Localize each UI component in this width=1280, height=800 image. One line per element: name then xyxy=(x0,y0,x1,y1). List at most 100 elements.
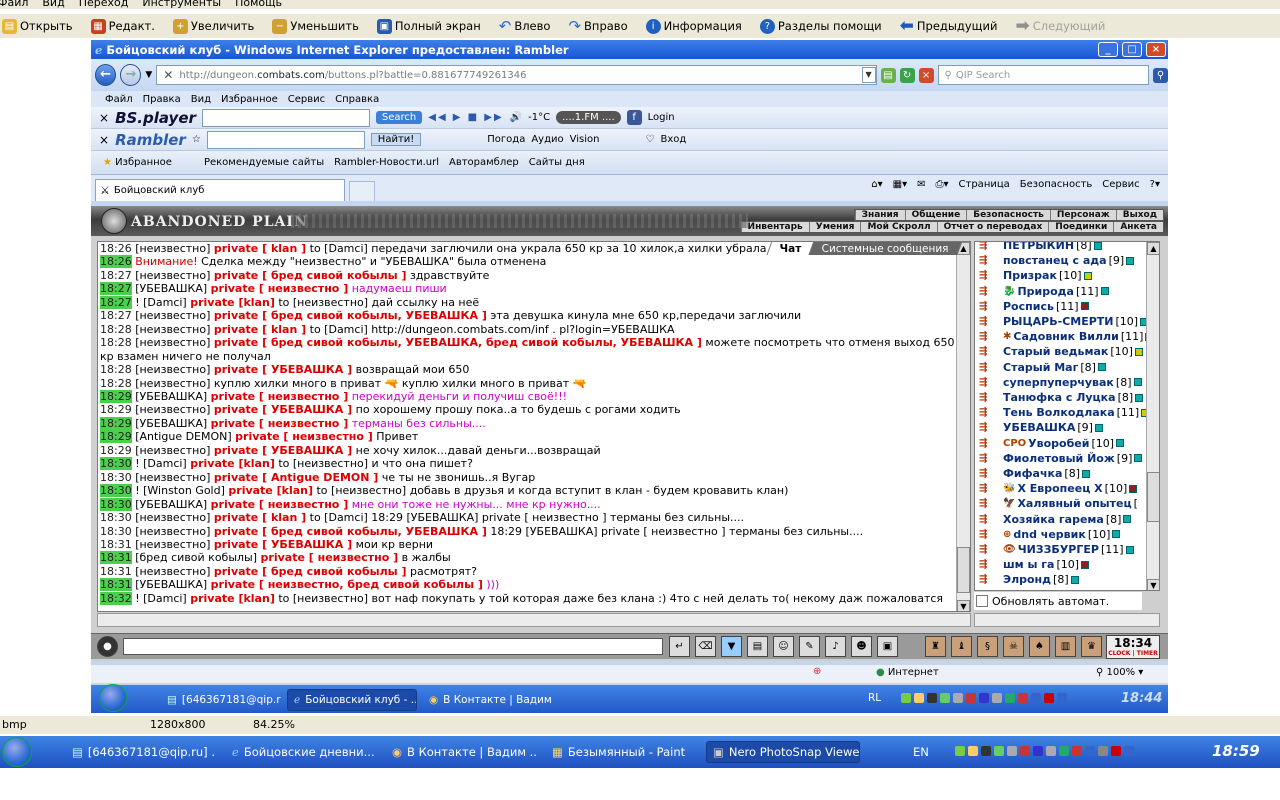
chat-scrollbar[interactable]: ▲ ▼ xyxy=(956,242,970,611)
chat-time[interactable]: 18:31 xyxy=(100,565,132,578)
user-info-icon[interactable] xyxy=(1070,576,1079,585)
viewer-menu-help[interactable]: Помощь xyxy=(235,0,282,9)
online-user[interactable]: ⇶ ✱ Садовник Вилли [11] xyxy=(979,329,1147,344)
fav-sites-of-day[interactable]: Сайты дня xyxy=(529,157,585,168)
user-name[interactable]: Уворобей xyxy=(1028,436,1089,451)
chat-time[interactable]: 18:29 xyxy=(100,416,132,430)
inner-lang[interactable]: RL xyxy=(868,692,881,704)
edit-button[interactable]: ▦ Редакт. xyxy=(83,15,163,37)
user-name[interactable]: УБЕВАШКА xyxy=(1003,420,1075,435)
chat-sender[interactable]: [неизвестно] xyxy=(135,309,214,322)
fav-rambler-news[interactable]: Rambler-Новости.url xyxy=(334,157,439,168)
chat-sender[interactable]: ! [Damci] xyxy=(135,296,190,309)
private-message-arrow-icon[interactable]: ⇶ xyxy=(979,375,1001,390)
chat-time[interactable]: 18:26 xyxy=(100,242,132,255)
users-scroll-thumb[interactable] xyxy=(1147,472,1159,522)
chat-time[interactable]: 18:29 xyxy=(100,403,132,416)
qip-search-input[interactable]: ⚲ QIP Search xyxy=(937,65,1150,85)
chat-time[interactable]: 18:31 xyxy=(100,551,132,565)
private-message-arrow-icon[interactable]: ⇶ xyxy=(979,405,1001,420)
online-user[interactable]: ⇶ Старый ведьмак [10] xyxy=(979,344,1147,359)
user-info-icon[interactable] xyxy=(1129,484,1138,493)
mail-icon[interactable]: ✉ xyxy=(917,179,925,190)
private-message-arrow-icon[interactable]: ⇶ xyxy=(979,420,1001,435)
chat-private-tag[interactable]: private [ неизвестно, бред сивой кобылы … xyxy=(211,578,483,591)
chat-private-tag[interactable]: private [ УБЕВАШКА ] xyxy=(214,363,352,376)
viewer-menu-go[interactable]: Переход xyxy=(79,0,129,9)
card-icon[interactable]: ▣ xyxy=(877,636,898,657)
online-user[interactable]: ⇶ Призрак [10] xyxy=(979,268,1147,283)
user-name[interactable]: dnd червик xyxy=(1013,527,1085,542)
chat-time[interactable]: 18:30 xyxy=(100,497,132,511)
chat-time[interactable]: 18:26 xyxy=(100,255,132,269)
fullscreen-button[interactable]: ▣ Полный экран xyxy=(369,15,489,37)
new-tab-button[interactable] xyxy=(349,181,375,201)
rambler-find-button[interactable]: Найти! xyxy=(370,133,422,146)
info-button[interactable]: i Информация xyxy=(638,15,750,37)
chat-time[interactable]: 18:30 xyxy=(100,484,132,498)
private-message-arrow-icon[interactable]: ⇶ xyxy=(979,344,1001,359)
chat-sender[interactable]: [неизвестно] xyxy=(135,269,214,282)
private-message-arrow-icon[interactable]: ⇶ xyxy=(979,466,1001,481)
media-controls[interactable]: ◀◀ ▶ ■ ▶▶ xyxy=(428,112,503,123)
online-user[interactable]: ⇶ Танюфка с Луцка [8] xyxy=(979,390,1147,405)
bsplayer-search-button[interactable]: Search xyxy=(375,111,423,124)
user-info-icon[interactable] xyxy=(1100,287,1109,296)
rambler-search-input[interactable] xyxy=(206,130,365,149)
minimize-button[interactable]: _ xyxy=(1098,42,1118,57)
lang-indicator[interactable]: EN xyxy=(913,745,929,759)
back-button[interactable]: ← xyxy=(95,64,117,86)
private-message-arrow-icon[interactable]: ⇶ xyxy=(979,557,1001,572)
zoom-in-button[interactable]: + Увеличить xyxy=(165,15,262,37)
toolbar-close-icon-2[interactable]: × xyxy=(99,133,109,147)
chat-sender[interactable]: [неизвестно] xyxy=(135,242,214,255)
users-scroll-up[interactable]: ▲ xyxy=(1147,242,1159,255)
users-scrollbar[interactable]: ▲ ▼ xyxy=(1146,242,1159,590)
chat-time[interactable]: 18:30 xyxy=(100,525,132,538)
chat-private-tag[interactable]: private [ бред сивой кобылы ] xyxy=(214,269,407,282)
user-info-icon[interactable] xyxy=(1134,348,1143,357)
private-message-arrow-icon[interactable]: ⇶ xyxy=(979,496,1001,511)
chat-sender[interactable]: [бред сивой кобылы] xyxy=(135,551,260,564)
chat-sender[interactable]: ! [Winston Gold] xyxy=(135,484,228,497)
private-message-arrow-icon[interactable]: ⇶ xyxy=(979,481,1001,496)
user-info-icon[interactable] xyxy=(1125,545,1134,554)
chat-hscrollbar[interactable] xyxy=(97,613,971,627)
online-user[interactable]: ⇶ Фиолетовый Йож [9] xyxy=(979,451,1147,466)
cmd-page[interactable]: Страница xyxy=(959,179,1010,190)
chat-sender[interactable]: [УБЕВАШКА] xyxy=(135,578,210,591)
star-icon[interactable]: ☆ xyxy=(192,134,201,145)
maximize-button[interactable]: □ xyxy=(1122,42,1142,57)
user-name[interactable]: Танюфка с Луцка xyxy=(1003,390,1116,405)
favorites-button[interactable]: ★ Избранное xyxy=(103,157,172,168)
online-user[interactable]: ⇶ РЫЦАРЬ-СМЕРТИ [10] xyxy=(979,314,1147,329)
tab-system-messages[interactable]: Системные сообщения xyxy=(808,241,963,255)
online-user[interactable]: ⇶ 🦅 Халявный опытец[ xyxy=(979,496,1147,511)
chat-message-input[interactable] xyxy=(123,638,663,655)
address-dropdown-icon[interactable]: ▼ xyxy=(861,67,876,83)
login-link[interactable]: Login xyxy=(648,112,675,123)
private-message-arrow-icon[interactable]: ⇶ xyxy=(979,314,1001,329)
user-info-icon[interactable] xyxy=(1082,469,1090,478)
chat-private-tag[interactable]: private [ неизвестно ] xyxy=(211,498,349,511)
smiley-toggle-icon[interactable]: ● xyxy=(97,636,118,657)
snake-icon[interactable]: § xyxy=(977,636,998,657)
task-paint[interactable]: ▦ Безымянный - Paint xyxy=(546,741,696,763)
user-info-icon[interactable] xyxy=(1133,378,1142,387)
task-diaries[interactable]: ℯ Бойцовские дневни... xyxy=(226,741,376,763)
chat-sender[interactable]: [неизвестно] xyxy=(135,363,214,376)
chat-time[interactable]: 18:30 xyxy=(100,457,132,471)
chat-sender[interactable]: [УБЕВАШКА] xyxy=(135,498,210,511)
inner-start-button[interactable] xyxy=(99,684,127,712)
bsplayer-volume-icon[interactable]: 🔊 xyxy=(510,112,522,123)
chat-sender[interactable]: [неизвестно] xyxy=(135,377,214,390)
chat-sender[interactable]: [Antigue DEMON] xyxy=(135,430,235,443)
online-user[interactable]: ⇶ 👁 ЧИЗЗБУРГЕР [11] xyxy=(979,542,1147,557)
user-name[interactable]: Старый ведьмак xyxy=(1003,344,1108,359)
user-name[interactable]: РЫЦАРЬ-СМЕРТИ xyxy=(1003,314,1114,329)
sound-icon[interactable]: ♪ xyxy=(825,636,846,657)
online-user[interactable]: ⇶ Элронд [8] xyxy=(979,572,1147,587)
cmd-safety[interactable]: Безопасность xyxy=(1020,179,1093,190)
stop-icon[interactable]: × xyxy=(918,67,934,83)
users-scroll-down[interactable]: ▼ xyxy=(1147,579,1159,590)
